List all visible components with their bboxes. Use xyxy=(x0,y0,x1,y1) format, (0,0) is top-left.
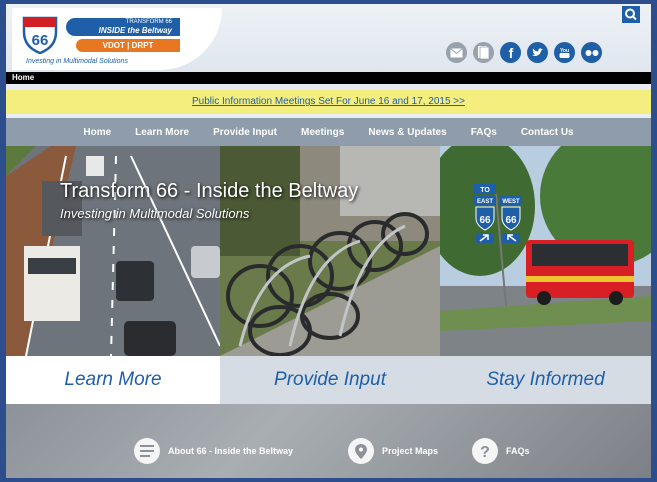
announcement-link[interactable]: Public Information Meetings Set For June… xyxy=(192,96,465,107)
hero-subtitle: Investing in Multimodal Solutions xyxy=(60,206,250,221)
announcement-banner: Public Information Meetings Set For June… xyxy=(6,90,651,114)
email-icon xyxy=(450,47,463,57)
logo-partners: VDOT | DRPT xyxy=(76,39,180,52)
site-header: 66 TRANSFORM 66 INSIDE the Beltway VDOT … xyxy=(6,4,651,72)
page-frame: 66 TRANSFORM 66 INSIDE the Beltway VDOT … xyxy=(6,4,651,478)
project-maps-link[interactable]: Project Maps xyxy=(348,438,438,464)
facebook-icon: f xyxy=(508,46,513,59)
document-icon xyxy=(478,46,489,59)
facebook-button[interactable]: f xyxy=(500,42,521,63)
nav-news-updates[interactable]: News & Updates xyxy=(368,127,446,138)
svg-text:f: f xyxy=(508,46,513,59)
social-links: f You xyxy=(446,42,602,63)
quick-links-section: About 66 - Inside the Beltway Project Ma… xyxy=(6,404,651,478)
nav-learn-more[interactable]: Learn More xyxy=(135,127,189,138)
document-lines-icon xyxy=(134,438,160,464)
nav-contact-us[interactable]: Contact Us xyxy=(521,127,574,138)
tab-learn-more[interactable]: Learn More xyxy=(6,356,220,404)
logo-tagline: Investing in Multimodal Solutions xyxy=(26,58,128,65)
logo-badge-top: TRANSFORM 66 xyxy=(125,19,172,25)
sign-east: EAST xyxy=(477,199,493,205)
sign-num-east: 66 xyxy=(479,215,491,226)
faqs-link[interactable]: ? FAQs xyxy=(472,438,530,464)
breadcrumb: Home xyxy=(6,72,651,84)
faqs-link-label: FAQs xyxy=(506,446,530,456)
youtube-button[interactable]: You xyxy=(554,42,575,63)
map-pin-icon xyxy=(348,438,374,464)
route-shield-icon: 66 xyxy=(22,16,58,54)
breadcrumb-home[interactable]: Home xyxy=(12,73,34,82)
bike-rack-photo xyxy=(220,146,440,356)
nav-home[interactable]: Home xyxy=(83,127,111,138)
project-maps-label: Project Maps xyxy=(382,446,439,456)
about-link[interactable]: About 66 - Inside the Beltway xyxy=(134,438,293,464)
svg-text:?: ? xyxy=(480,444,490,459)
nav-faqs[interactable]: FAQs xyxy=(471,127,497,138)
highway-photo xyxy=(6,146,220,356)
flickr-button[interactable] xyxy=(581,42,602,63)
feature-tabs: Learn More Provide Input Stay Informed xyxy=(6,356,651,404)
logo-badge: TRANSFORM 66 INSIDE the Beltway xyxy=(66,18,180,36)
search-icon xyxy=(625,8,637,21)
hero-collage: TO EAST WEST 66 66 Transform 66 - Inside… xyxy=(6,146,651,356)
sign-to: TO xyxy=(480,187,490,194)
hero-title: Transform 66 - Inside the Beltway xyxy=(60,180,359,202)
nav-provide-input[interactable]: Provide Input xyxy=(213,127,277,138)
logo-badge-bottom: INSIDE the Beltway xyxy=(98,26,172,35)
nav-meetings[interactable]: Meetings xyxy=(301,127,344,138)
document-button[interactable] xyxy=(473,42,494,63)
twitter-button[interactable] xyxy=(527,42,548,63)
email-button[interactable] xyxy=(446,42,467,63)
bus-photo: TO EAST WEST 66 66 xyxy=(440,146,651,356)
flickr-icon xyxy=(585,49,598,56)
twitter-icon xyxy=(532,48,543,56)
route-number: 66 xyxy=(32,32,49,49)
main-nav: Home Learn More Provide Input Meetings N… xyxy=(6,118,651,146)
tab-provide-input[interactable]: Provide Input xyxy=(220,356,440,404)
tab-stay-informed[interactable]: Stay Informed xyxy=(440,356,651,404)
site-logo[interactable]: 66 TRANSFORM 66 INSIDE the Beltway VDOT … xyxy=(12,8,222,70)
sign-west: WEST xyxy=(502,199,520,205)
youtube-icon: You xyxy=(559,48,570,58)
question-icon: ? xyxy=(472,438,498,464)
sign-num-west: 66 xyxy=(505,215,517,226)
about-link-label: About 66 - Inside the Beltway xyxy=(168,446,294,456)
search-button[interactable] xyxy=(622,6,640,23)
